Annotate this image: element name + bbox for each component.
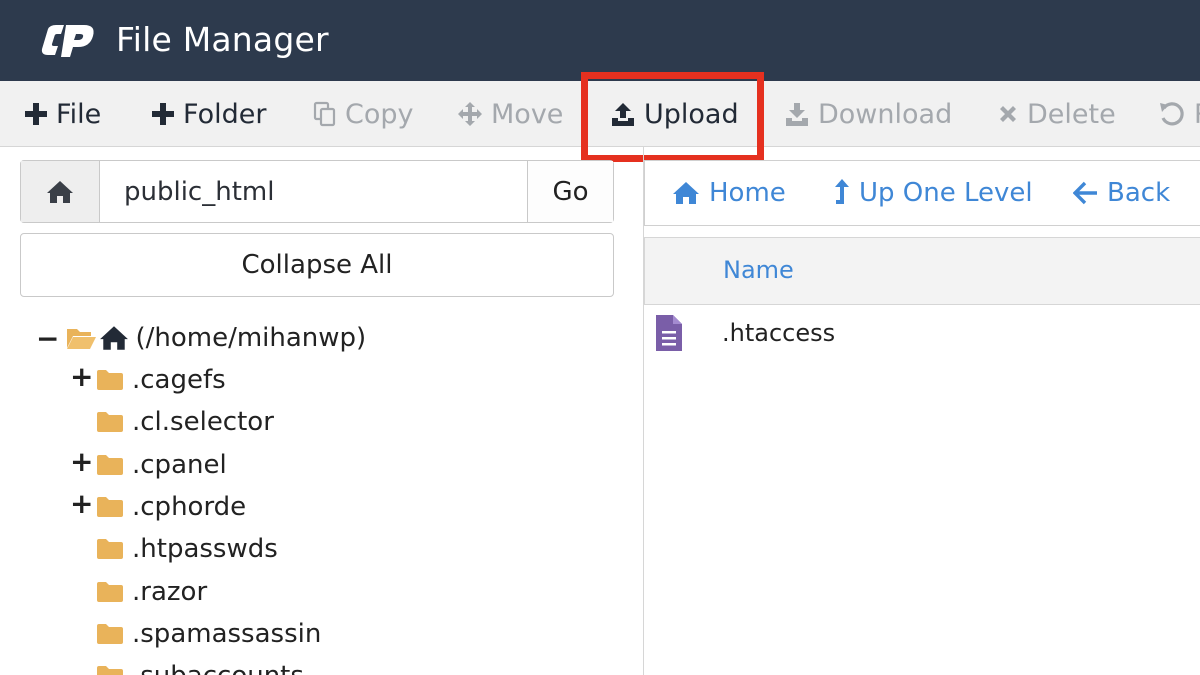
- directory-tree: − (/home/mihanwp) + .cagefs .cl.selector +.…: [0, 315, 640, 675]
- tree-root-label: (/home/mihanwp): [135, 323, 367, 353]
- download-label: Download: [818, 98, 953, 130]
- move-label: Move: [491, 98, 564, 130]
- app-title: File Manager: [116, 20, 329, 59]
- expand-plus-icon[interactable]: +: [70, 487, 93, 520]
- app-header: File Manager: [0, 0, 1200, 81]
- folder-icon: [97, 370, 123, 390]
- tree-item-label: .subaccounts: [132, 661, 304, 675]
- back-button[interactable]: Back: [1073, 161, 1170, 225]
- pane-divider: [643, 147, 644, 675]
- copy-button[interactable]: Copy: [313, 81, 414, 147]
- collapse-minus-icon[interactable]: −: [36, 322, 59, 355]
- move-button[interactable]: Move: [457, 81, 563, 147]
- new-file-label: File: [56, 98, 102, 130]
- restore-button[interactable]: R: [1158, 81, 1200, 147]
- plus-icon: [152, 103, 174, 125]
- folder-icon: [97, 412, 123, 433]
- text-file-icon: [656, 315, 682, 351]
- undo-icon: [1160, 102, 1184, 126]
- expand-plus-icon[interactable]: +: [70, 445, 93, 478]
- back-label: Back: [1107, 178, 1171, 208]
- collapse-all-button[interactable]: Collapse All: [20, 233, 614, 297]
- folder-icon: [97, 454, 123, 475]
- new-folder-label: Folder: [183, 98, 267, 130]
- folder-icon: [97, 496, 123, 517]
- upload-highlight-box: [581, 72, 764, 162]
- copy-icon: [313, 101, 336, 127]
- up-one-level-button[interactable]: Up One Level: [833, 161, 1033, 225]
- delete-button[interactable]: Delete: [997, 81, 1116, 147]
- column-header-name[interactable]: Name: [723, 256, 794, 284]
- tree-item-label: .htpasswds: [132, 534, 278, 565]
- expand-plus-icon[interactable]: +: [70, 360, 93, 393]
- path-home-button[interactable]: [21, 161, 100, 222]
- tree-item[interactable]: .cl.selector: [96, 401, 274, 443]
- file-name: .htaccess: [722, 319, 836, 347]
- folder-icon: [97, 666, 123, 675]
- home-icon: [47, 180, 73, 203]
- home-nav-label: Home: [709, 178, 786, 208]
- tree-root[interactable]: − (/home/mihanwp): [36, 317, 366, 359]
- tree-item[interactable]: .cphorde: [96, 486, 246, 528]
- home-nav-button[interactable]: Home: [671, 161, 786, 225]
- folder-icon: [97, 581, 123, 602]
- tree-item[interactable]: .subaccounts: [96, 655, 304, 675]
- tree-item[interactable]: .razor: [96, 571, 207, 613]
- folder-icon: [97, 539, 123, 560]
- cpanel-logo-icon: [41, 25, 94, 57]
- home-icon: [100, 326, 129, 350]
- tree-item-label: .cphorde: [132, 491, 247, 522]
- path-input[interactable]: [100, 161, 527, 222]
- tree-item-label: .cpanel: [132, 449, 227, 480]
- tree-item-label: .spamassassin: [132, 618, 322, 649]
- home-icon: [673, 182, 699, 204]
- tree-item-label: .cl.selector: [132, 407, 274, 438]
- tree-item-label: .cagefs: [132, 365, 226, 395]
- download-icon: [786, 103, 808, 126]
- file-row[interactable]: .htaccess: [644, 305, 1200, 363]
- tree-item[interactable]: .cpanel: [96, 444, 227, 486]
- new-folder-button[interactable]: Folder: [151, 81, 266, 147]
- plus-icon: [25, 103, 47, 125]
- new-file-button[interactable]: File: [24, 81, 101, 147]
- tree-item-label: .razor: [132, 576, 208, 607]
- copy-label: Copy: [345, 98, 414, 130]
- path-bar: Go: [20, 160, 614, 223]
- up-one-level-label: Up One Level: [859, 178, 1033, 208]
- close-x-icon: [1000, 106, 1016, 122]
- nav-bar: Home Up One Level Back: [644, 160, 1200, 226]
- go-button[interactable]: Go: [527, 161, 613, 222]
- delete-label: Delete: [1027, 98, 1116, 130]
- folder-open-icon: [67, 329, 97, 349]
- arrow-left-icon: [1073, 181, 1097, 205]
- tree-item[interactable]: .cagefs: [96, 359, 226, 401]
- tree-item[interactable]: .htpasswds: [96, 528, 278, 570]
- tree-item[interactable]: .spamassassin: [96, 613, 321, 655]
- move-arrows-icon: [458, 102, 482, 126]
- folder-icon: [97, 623, 123, 644]
- level-up-icon: [835, 179, 849, 204]
- restore-label-partial: R: [1194, 99, 1200, 130]
- download-button[interactable]: Download: [784, 81, 952, 147]
- file-list-header: Name: [644, 237, 1200, 305]
